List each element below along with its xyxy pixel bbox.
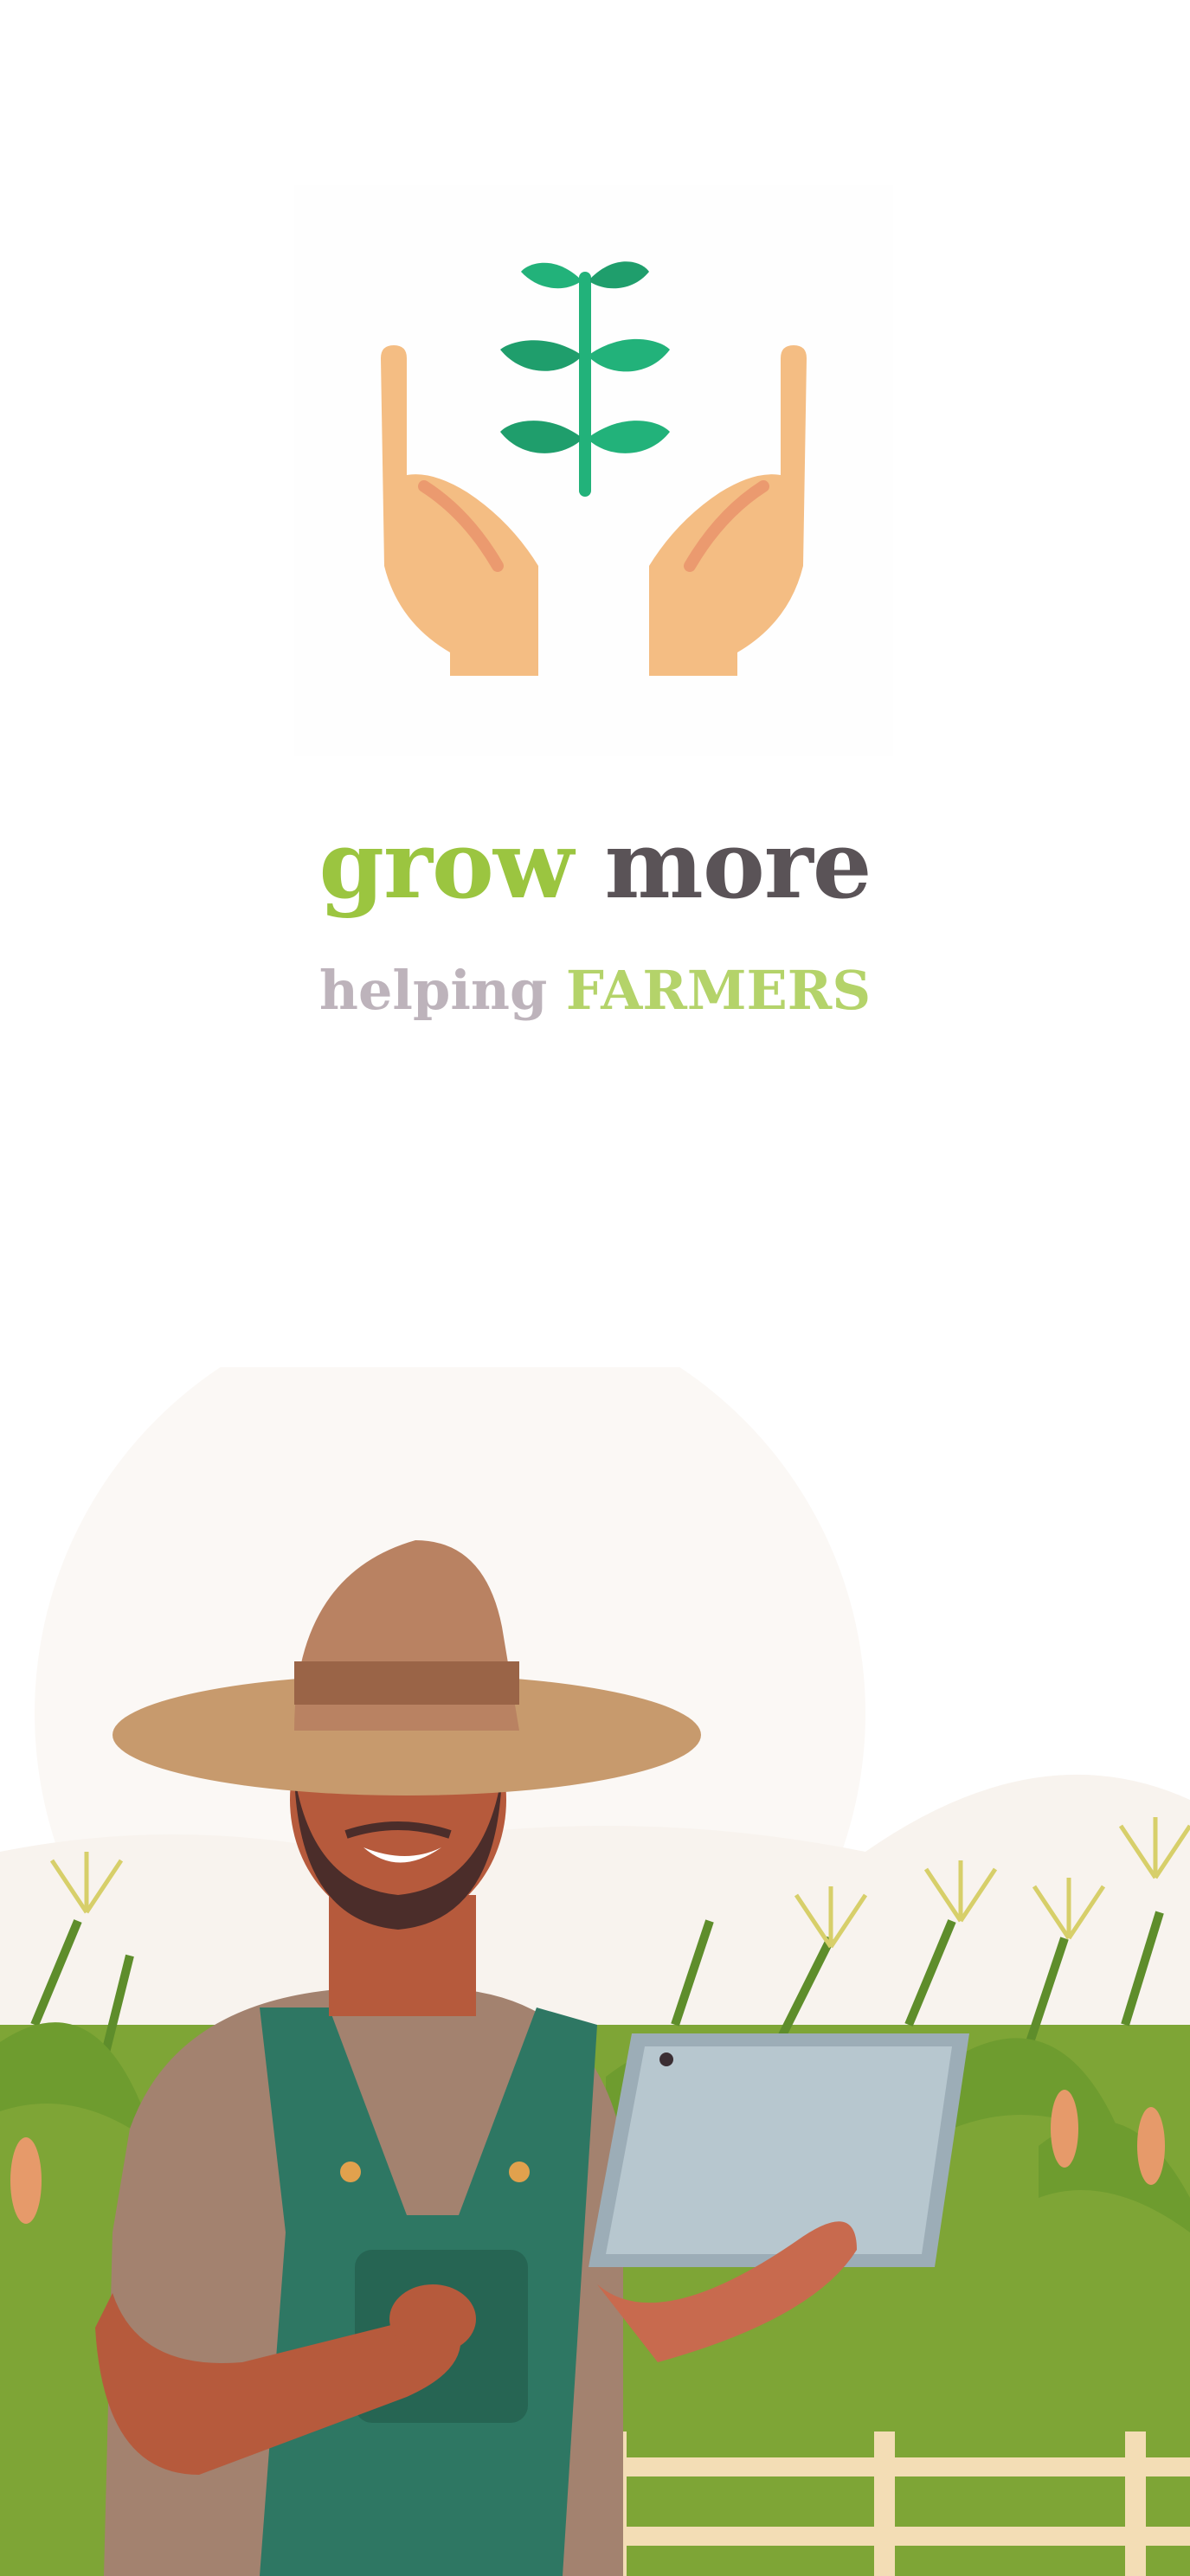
hands-sprout-icon — [381, 261, 807, 676]
title-word-grow: grow — [318, 811, 574, 920]
tagline-word-helping: helping — [318, 959, 548, 1022]
title-word-more: more — [604, 811, 872, 920]
farmer-with-tablet-icon — [0, 1367, 1190, 2576]
farmer-illustration — [0, 1367, 1190, 2576]
tagline-word-farmers: FARMERS — [565, 959, 872, 1022]
app-title: grow more — [0, 805, 1190, 926]
app-tagline: helping FARMERS — [43, 952, 1147, 1030]
app-logo — [294, 185, 893, 756]
